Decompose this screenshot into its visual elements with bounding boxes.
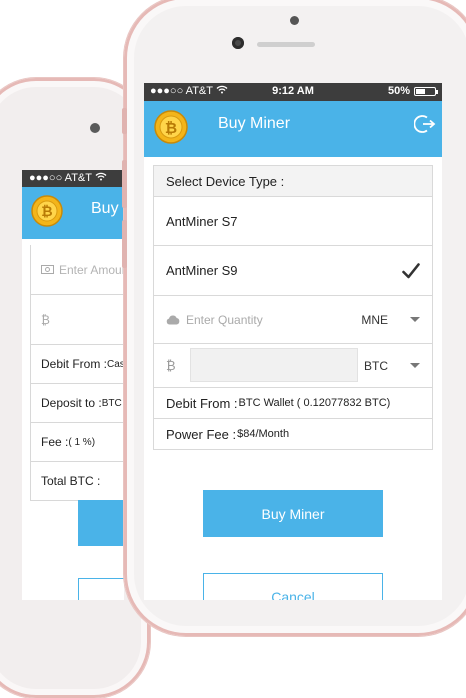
btc-amount-row: ₿ BTC — [153, 344, 433, 388]
status-bar: ●●●○○ AT&T 9:12 AM 50% — [144, 83, 442, 101]
debit-from-value: BTC Wallet ( 0.12077832 BTC) — [238, 397, 391, 409]
back-total-row: Total BTC : — [31, 462, 124, 501]
quantity-input[interactable]: Enter Quantity — [166, 313, 263, 327]
status-right: 50% — [387, 85, 438, 97]
back-deposit-value: BTC W — [101, 397, 124, 409]
cloud-icon — [166, 315, 180, 324]
back-secondary-button[interactable] — [78, 578, 124, 600]
back-fee-value: ( 1 %) — [68, 436, 96, 448]
buy-miner-button[interactable]: Buy Miner — [203, 490, 383, 537]
bitcoin-logo-icon: ₿ — [154, 110, 188, 144]
bitcoin-icon: ₿ — [41, 312, 50, 327]
cancel-button[interactable]: Cancel — [203, 573, 383, 600]
quantity-placeholder: Enter Quantity — [186, 312, 263, 327]
back-header: ₿ Buy B — [22, 187, 124, 239]
svg-text:₿: ₿ — [41, 204, 52, 220]
back-form: Enter Amount ₿ Debit From : Cash Deposit… — [30, 245, 124, 501]
quantity-unit-value: MNE — [361, 312, 388, 327]
checkmark-icon — [402, 262, 420, 278]
back-primary-button[interactable] — [78, 500, 124, 546]
back-phone-camera — [90, 123, 100, 133]
debit-from-row: Debit From : BTC Wallet ( 0.12077832 BTC… — [153, 388, 433, 419]
device-option-antminer-s7[interactable]: AntMiner S7 — [153, 197, 433, 246]
back-fee-label: Fee : — [41, 435, 69, 449]
logout-icon[interactable] — [414, 113, 436, 135]
back-page-title: Buy B — [91, 200, 124, 217]
back-amount-field[interactable]: Enter Amount — [31, 245, 124, 295]
device-option-label: AntMiner S7 — [166, 213, 238, 229]
front-camera-icon — [232, 37, 244, 49]
back-deposit-label: Deposit to : — [41, 396, 102, 410]
device-type-heading: Select Device Type : — [153, 165, 433, 197]
back-total-label: Total BTC : — [41, 474, 101, 488]
btc-amount-input[interactable] — [190, 348, 358, 382]
front-camera-dot — [290, 16, 299, 25]
buy-miner-form: Select Device Type : AntMiner S7 AntMine… — [153, 165, 433, 450]
back-status-bar: ●●●○○ AT&T — [22, 170, 124, 187]
volume-down-button — [122, 220, 127, 268]
btc-unit-value: BTC — [364, 358, 388, 373]
battery-icon — [414, 86, 438, 96]
power-fee-label: Power Fee : — [166, 426, 237, 442]
svg-text:₿: ₿ — [165, 119, 177, 137]
device-type-label: Select Device Type : — [166, 173, 285, 189]
debit-from-label: Debit From : — [166, 395, 238, 411]
back-debit-value: Cash — [107, 358, 124, 370]
quantity-unit-select[interactable]: MNE — [361, 313, 420, 327]
mute-switch — [122, 108, 127, 134]
btc-unit-select[interactable]: BTC — [364, 359, 420, 373]
quantity-row: Enter Quantity MNE — [153, 296, 433, 344]
power-fee-row: Power Fee : $84/Month — [153, 419, 433, 450]
wifi-icon — [95, 172, 107, 184]
front-phone-screen: ●●●○○ AT&T 9:12 AM 50% ₿ Buy Miner Selec… — [144, 83, 442, 600]
volume-up-button — [122, 160, 127, 208]
back-debit-row: Debit From : Cash — [31, 345, 124, 384]
power-fee-value: $84/Month — [237, 428, 290, 440]
chevron-down-icon — [410, 317, 420, 322]
front-speaker — [257, 42, 315, 47]
back-btc-field[interactable]: ₿ — [31, 295, 124, 345]
back-amount-placeholder: Enter Amount — [59, 262, 124, 277]
back-phone-screen: ●●●○○ AT&T ₿ Buy B Enter Amount ₿ Debit … — [22, 170, 124, 600]
battery-percent: 50% — [387, 85, 410, 97]
device-option-antminer-s9[interactable]: AntMiner S9 — [153, 246, 433, 296]
page-title: Buy Miner — [218, 115, 291, 132]
back-fee-row: Fee : ( 1 %) — [31, 423, 124, 462]
bitcoin-logo-icon: ₿ — [31, 195, 63, 227]
back-debit-label: Debit From : — [41, 357, 108, 371]
device-option-label: AntMiner S9 — [166, 263, 238, 278]
app-header: ₿ Buy Miner — [144, 101, 442, 157]
money-icon — [41, 263, 54, 277]
back-carrier: ●●●○○ AT&T — [29, 172, 92, 184]
back-deposit-row: Deposit to : BTC W — [31, 384, 124, 423]
chevron-down-icon — [410, 363, 420, 368]
bitcoin-icon: ₿ — [166, 358, 176, 373]
